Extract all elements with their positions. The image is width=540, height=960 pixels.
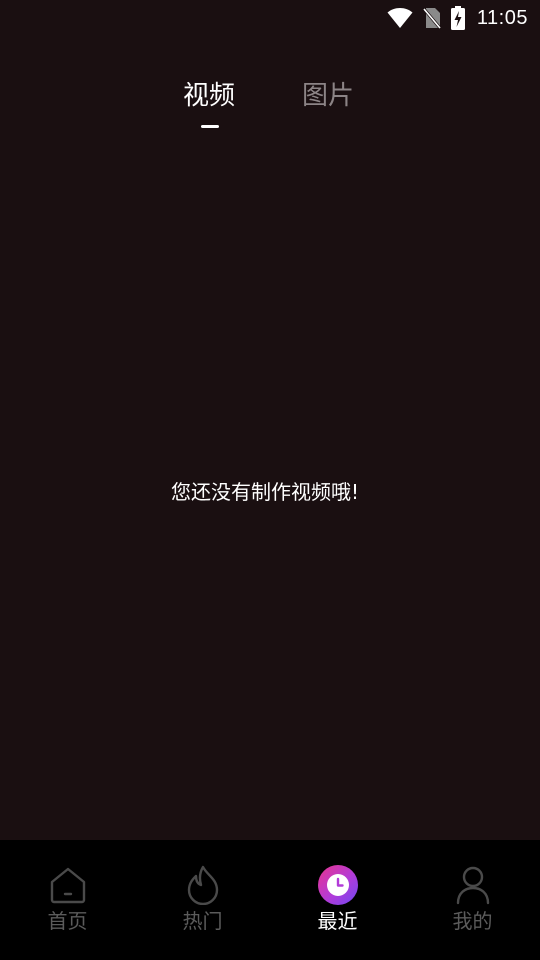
status-icons: 11:05: [387, 4, 528, 32]
screen: 11:05 视频 图片 您还没有制作视频哦! 首页 热门 最近 我的: [0, 0, 540, 960]
status-bar: 11:05: [0, 0, 540, 36]
tab-image[interactable]: 图片: [302, 74, 354, 118]
home-icon: [47, 864, 89, 906]
nav-label-recent: 最近: [317, 909, 358, 933]
nav-item-mine[interactable]: 我的: [405, 840, 540, 960]
empty-state-message: 您还没有制作视频哦!: [170, 480, 360, 504]
wifi-icon: [387, 7, 413, 29]
active-tab-indicator: [201, 125, 219, 128]
nav-label-home: 首页: [47, 909, 88, 933]
media-tabs: 视频 图片: [0, 74, 540, 134]
nav-item-hot[interactable]: 热门: [135, 840, 270, 960]
status-time: 11:05: [476, 6, 528, 29]
nav-item-home[interactable]: 首页: [0, 840, 135, 960]
tab-video[interactable]: 视频: [183, 74, 235, 118]
nav-label-mine: 我的: [452, 909, 493, 933]
bottom-nav: 首页 热门 最近 我的: [0, 840, 540, 960]
nav-item-recent[interactable]: 最近: [270, 840, 405, 960]
nav-label-hot: 热门: [182, 909, 223, 933]
clock-icon: [317, 864, 359, 906]
no-sim-icon: [422, 7, 441, 29]
clock-badge: [317, 865, 358, 905]
person-icon: [452, 864, 494, 906]
battery-charging-icon: [450, 6, 465, 30]
flame-icon: [182, 864, 224, 906]
